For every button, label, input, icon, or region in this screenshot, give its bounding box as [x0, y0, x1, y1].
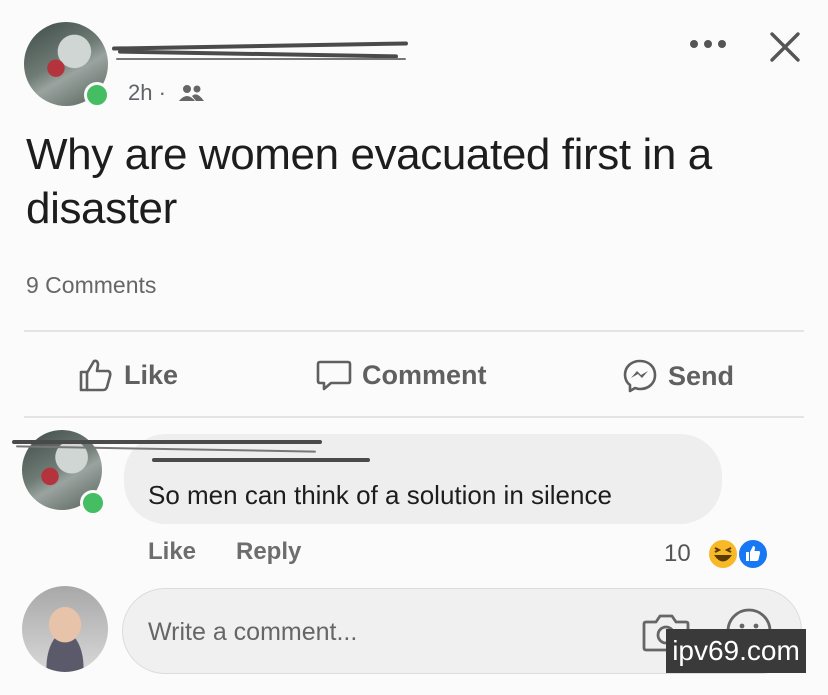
divider-bottom [24, 416, 804, 418]
like-reaction-icon [737, 538, 769, 570]
comment-like-link[interactable]: Like [148, 538, 196, 566]
redacted-poster-name [111, 38, 412, 68]
watermark: ipv69.com [666, 629, 806, 673]
comment-input-placeholder: Write a comment... [148, 618, 358, 646]
post-text: Why are women evacuated first in a disas… [26, 130, 712, 233]
like-button[interactable]: Like [78, 353, 178, 397]
post-time: 2h [128, 80, 153, 105]
thumbs-up-icon [79, 359, 112, 392]
current-user-avatar[interactable] [22, 586, 108, 672]
send-button[interactable]: Send [622, 354, 734, 398]
divider-top [24, 330, 804, 332]
haha-icon [707, 538, 739, 570]
messenger-icon [623, 359, 657, 393]
comment-label: Comment [362, 359, 487, 390]
comments-count-link[interactable]: 9 Comments [26, 272, 156, 299]
commenter-online-dot [80, 490, 106, 516]
comment-button[interactable]: Comment [316, 353, 487, 397]
comment-reply-link[interactable]: Reply [236, 538, 301, 566]
online-status-dot [84, 82, 110, 108]
close-icon[interactable] [766, 28, 804, 66]
comment-text: So men can think of a solution in silenc… [148, 480, 612, 510]
friends-audience-icon [179, 85, 204, 101]
reaction-count[interactable]: 10 [664, 540, 691, 568]
send-label: Send [668, 360, 735, 391]
comment-bubble-icon [316, 360, 352, 391]
more-options-icon[interactable] [688, 38, 728, 50]
meta-separator: · [158, 80, 166, 105]
redacted-commenter-name [12, 436, 372, 472]
post-meta: 2h · [128, 80, 166, 106]
like-label: Like [124, 359, 179, 390]
